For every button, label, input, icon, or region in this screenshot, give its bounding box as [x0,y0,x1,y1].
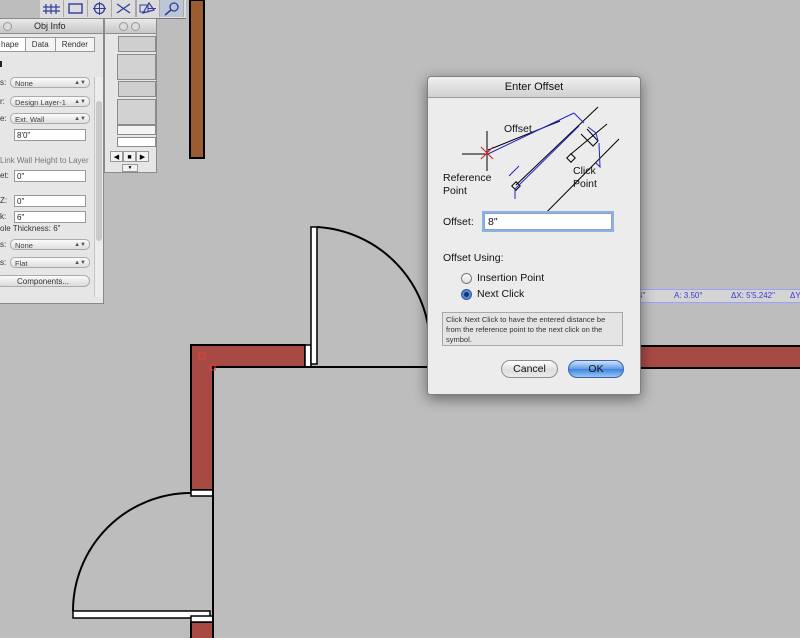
arrow-left-icon[interactable]: ◀ [110,151,123,162]
diagram-reference-label: Reference [443,172,492,184]
door-jamb-left [190,489,214,497]
door-swing-top [316,226,431,346]
z-label: Z: [0,196,8,205]
overall-thickness: ole Thickness: 6" [0,224,61,233]
offset-input[interactable]: 8" [484,213,612,230]
pen-style-swatch[interactable] [118,81,156,97]
cross-icon[interactable] [112,0,136,17]
next-click-radio[interactable] [461,289,472,300]
pen-color-swatch[interactable] [117,99,156,125]
class-dropdown[interactable]: None ▲▼ [10,77,90,88]
offset-label: et: [0,171,9,180]
attributes-palette: ◀ ■ ▶ ▼ [104,18,157,173]
diagram-click-label: Click [573,165,596,177]
dialog-title: Enter Offset [428,77,640,98]
door-leaf-top [310,226,318,365]
rect-icon[interactable] [64,0,88,17]
link-height-label: Link Wall Height to Layer [0,156,89,165]
coord-angle: A: 3.50° [674,291,703,300]
door-swing-left [72,492,192,612]
caps-label: s: [0,240,7,249]
obj-info-palette: Obj Info hape Data Render s: None ▲▼ r: D… [0,18,104,304]
chevron-down-icon[interactable]: ▼ [122,164,138,172]
arrow-center-icon[interactable]: ■ [123,151,136,162]
diagram-offset-label: Offset [504,123,532,135]
door-jamb-left-bottom [190,615,214,623]
obj-info-titlebar[interactable]: Obj Info [0,19,103,34]
style-dropdown[interactable]: Ext. Wall ▲▼ [10,113,90,124]
layer-dropdown[interactable]: Design Layer-1 ▲▼ [10,96,90,107]
coordinate-bar: 4" A: 3.50° ΔX: 5'5.242" ΔY [628,289,800,303]
tab-render[interactable]: Render [54,37,95,52]
insertion-point-label[interactable]: Insertion Point [477,272,544,284]
components-button[interactable]: Components... [0,275,90,287]
column-element[interactable] [189,0,205,159]
attributes-titlebar[interactable] [105,19,156,34]
z-field[interactable]: 0" [14,195,86,207]
zoom-icon[interactable] [160,0,184,17]
caps-dropdown[interactable]: None ▲▼ [10,239,90,250]
tab-data[interactable]: Data [24,37,56,52]
diagram-click-point-label: Point [573,178,597,190]
style-label: e: [0,114,7,123]
help-text: Click Next Click to have the entered dis… [442,312,623,346]
obj-info-title: Obj Info [34,21,66,31]
tab-shape[interactable]: hape [0,37,26,52]
collapse-icon[interactable] [119,22,128,31]
ends-label: s: [0,258,7,267]
ends-dropdown[interactable]: Flat ▲▼ [10,257,90,268]
marker [0,61,2,67]
target-icon[interactable] [88,0,112,17]
arrow-right-icon[interactable]: ▶ [136,151,149,162]
obj-info-tabs: hape Data Render [0,37,95,52]
close-icon[interactable] [3,22,12,31]
coord-dx: ΔX: 5'5.242" [731,291,775,300]
obj-info-scrollbar[interactable] [94,77,103,297]
arrowhead-field[interactable] [117,137,156,147]
next-click-label[interactable]: Next Click [477,288,524,300]
rotate-icon[interactable] [136,0,160,17]
diagram-reference-point-label: Point [443,185,467,197]
fill-color-swatch[interactable] [117,54,156,80]
fill-style-swatch[interactable] [118,36,156,52]
door-jamb-top [304,344,312,368]
wall-left-bottom[interactable] [190,621,214,638]
door-leaf-left [72,610,211,619]
height-field[interactable]: 8'0" [14,129,86,141]
line-weight-field[interactable] [117,125,156,135]
layer-label: r: [0,97,5,106]
ok-button[interactable]: OK [568,360,624,378]
offset-label: Offset: [443,216,474,228]
coord-dy: ΔY [790,291,800,300]
thickness-field[interactable]: 6" [14,211,86,223]
zoom-window-icon[interactable] [131,22,140,31]
insertion-point-radio[interactable] [461,273,472,284]
grid-icon[interactable] [40,0,64,17]
wall-corner[interactable] [190,344,306,491]
offset-using-label: Offset Using: [443,252,504,264]
cancel-button[interactable]: Cancel [501,360,558,378]
wall-right[interactable] [619,345,800,369]
offset-field[interactable]: 0" [14,170,86,182]
thickness-label: k: [0,212,7,221]
scroll-thumb[interactable] [96,101,102,241]
class-label: s: [0,78,7,87]
enter-offset-dialog: Enter Offset Offset Reference Point Clic… [427,76,641,395]
